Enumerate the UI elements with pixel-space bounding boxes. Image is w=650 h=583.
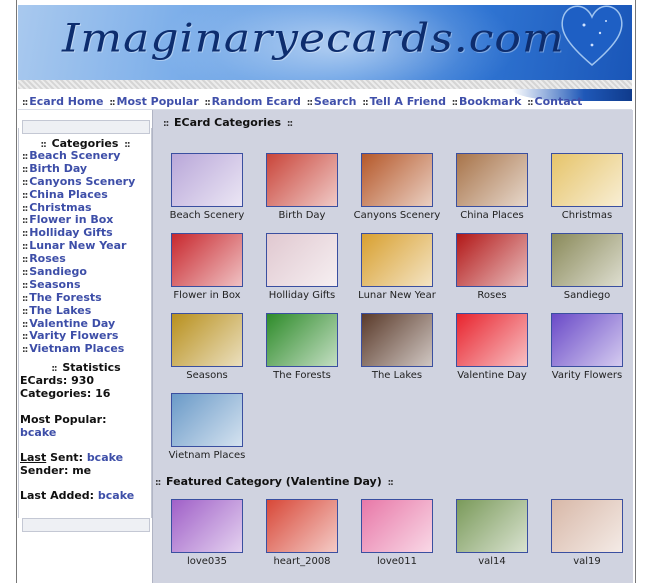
china-rocks-thumbnail[interactable] xyxy=(456,153,528,207)
featured-label[interactable]: val14 xyxy=(445,556,539,567)
val19-card-thumbnail[interactable] xyxy=(551,499,623,553)
categories-label[interactable]: Flower in Box xyxy=(160,290,254,301)
banner-heart-icon xyxy=(561,5,623,66)
categories-label[interactable]: Valentine Day xyxy=(445,370,539,381)
main-content: :: ECard Categories :: :: Featured Categ… xyxy=(152,110,633,583)
sidebar-border xyxy=(18,128,152,518)
featured-label[interactable]: heart_2008 xyxy=(255,556,349,567)
nav-separator: :: xyxy=(306,98,313,108)
heading-separator: :: xyxy=(286,119,293,129)
categories-card[interactable]: Valentine Day xyxy=(445,313,539,381)
categories-label[interactable]: Lunar New Year xyxy=(350,290,444,301)
categories-label[interactable]: Vietnam Places xyxy=(160,450,254,461)
lunar-new-year-thumbnail[interactable] xyxy=(361,233,433,287)
nav-contact[interactable]: Contact xyxy=(535,95,583,108)
categories-card[interactable]: Canyons Scenery xyxy=(350,153,444,221)
categories-card[interactable]: Flower in Box xyxy=(160,233,254,301)
nav-separator: :: xyxy=(204,98,210,108)
featured-heading: :: Featured Category (Valentine Day) :: xyxy=(153,475,395,488)
love-basket-thumbnail[interactable] xyxy=(171,499,243,553)
categories-card[interactable]: Sandiego xyxy=(540,233,634,301)
categories-label[interactable]: The Lakes xyxy=(350,370,444,381)
nav-bookmark[interactable]: Bookmark xyxy=(459,95,521,108)
categories-card[interactable]: China Places xyxy=(445,153,539,221)
categories-label[interactable]: Roses xyxy=(445,290,539,301)
main-nav: :: Ecard Home :: Most Popular :: Random Eca… xyxy=(20,95,582,108)
vietnam-coast-thumbnail[interactable] xyxy=(171,393,243,447)
christmas-card-thumbnail[interactable] xyxy=(551,153,623,207)
lake-thumbnail[interactable] xyxy=(361,313,433,367)
nav-ecard-home[interactable]: Ecard Home xyxy=(29,95,103,108)
featured-card[interactable]: love035 xyxy=(160,499,254,567)
sandiego-cactus-thumbnail[interactable] xyxy=(551,233,623,287)
categories-card[interactable]: Holliday Gifts xyxy=(255,233,349,301)
site-banner: Imaginaryecards.com xyxy=(18,5,632,80)
categories-label[interactable]: Varity Flowers xyxy=(540,370,634,381)
canyon-thumbnail[interactable] xyxy=(361,153,433,207)
featured-label[interactable]: love035 xyxy=(160,556,254,567)
ecard-categories-heading: :: ECard Categories :: xyxy=(161,116,294,129)
heading-separator: :: xyxy=(163,119,169,129)
categories-card[interactable]: The Forests xyxy=(255,313,349,381)
val14-card-thumbnail[interactable] xyxy=(456,499,528,553)
nav-separator: :: xyxy=(109,98,115,108)
categories-label[interactable]: Christmas xyxy=(540,210,634,221)
sidebar-bottom-cap xyxy=(22,518,150,532)
fern-forest-thumbnail[interactable] xyxy=(266,313,338,367)
categories-card[interactable]: Beach Scenery xyxy=(160,153,254,221)
gift-thumbnail[interactable] xyxy=(266,233,338,287)
categories-label[interactable]: Birth Day xyxy=(255,210,349,221)
featured-card[interactable]: love011 xyxy=(350,499,444,567)
site-logo[interactable]: Imaginaryecards.com xyxy=(62,16,565,62)
featured-card[interactable]: heart_2008 xyxy=(255,499,349,567)
featured-label[interactable]: love011 xyxy=(350,556,444,567)
featured-heading-text: Featured Category (Valentine Day) xyxy=(166,475,382,488)
birthday-cake-thumbnail[interactable] xyxy=(266,153,338,207)
categories-label[interactable]: Holliday Gifts xyxy=(255,290,349,301)
lotus-flower-thumbnail[interactable] xyxy=(551,313,623,367)
featured-card[interactable]: val19 xyxy=(540,499,634,567)
categories-card[interactable]: Roses xyxy=(445,233,539,301)
categories-card[interactable]: Christmas xyxy=(540,153,634,221)
categories-label[interactable]: The Forests xyxy=(255,370,349,381)
ecard-categories-heading-text: ECard Categories xyxy=(174,116,282,129)
categories-label[interactable]: China Places xyxy=(445,210,539,221)
rose-thumbnail[interactable] xyxy=(456,233,528,287)
nav-search[interactable]: Search xyxy=(314,95,357,108)
categories-card[interactable]: Seasons xyxy=(160,313,254,381)
flower-box-thumbnail[interactable] xyxy=(171,233,243,287)
heading-separator: :: xyxy=(155,478,161,488)
categories-card[interactable]: Vietnam Places xyxy=(160,393,254,461)
nav-separator: :: xyxy=(362,98,368,108)
categories-card[interactable]: Lunar New Year xyxy=(350,233,444,301)
categories-card[interactable]: The Lakes xyxy=(350,313,444,381)
nav-separator: :: xyxy=(527,98,533,108)
valentine-hearts-thumbnail[interactable] xyxy=(456,313,528,367)
categories-label[interactable]: Beach Scenery xyxy=(160,210,254,221)
categories-label[interactable]: Seasons xyxy=(160,370,254,381)
autumn-forest-thumbnail[interactable] xyxy=(171,313,243,367)
nav-random-ecard[interactable]: Random Ecard xyxy=(212,95,301,108)
categories-label[interactable]: Sandiego xyxy=(540,290,634,301)
banner-stripe xyxy=(18,80,632,89)
heart-bouquet-thumbnail[interactable] xyxy=(361,499,433,553)
heart-wreath-thumbnail[interactable] xyxy=(266,499,338,553)
beach-scenery-thumbnail[interactable] xyxy=(171,153,243,207)
featured-label[interactable]: val19 xyxy=(540,556,634,567)
heading-separator: :: xyxy=(387,478,394,488)
categories-label[interactable]: Canyons Scenery xyxy=(350,210,444,221)
nav-separator: :: xyxy=(22,98,28,108)
nav-tell-a-friend[interactable]: Tell A Friend xyxy=(370,95,446,108)
categories-card[interactable]: Birth Day xyxy=(255,153,349,221)
featured-card[interactable]: val14 xyxy=(445,499,539,567)
nav-most-popular[interactable]: Most Popular xyxy=(117,95,199,108)
nav-separator: :: xyxy=(451,98,458,108)
categories-card[interactable]: Varity Flowers xyxy=(540,313,634,381)
